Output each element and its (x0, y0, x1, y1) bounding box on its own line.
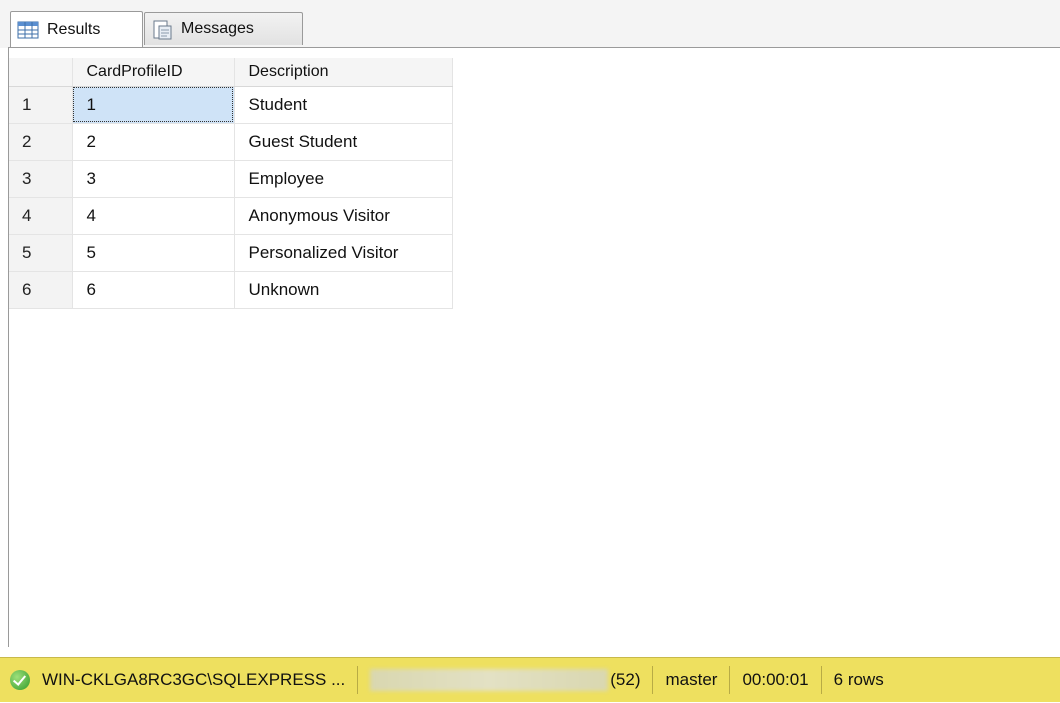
row-number[interactable]: 2 (9, 123, 73, 161)
cell-description[interactable]: Anonymous Visitor (234, 197, 453, 235)
cell-description[interactable]: Personalized Visitor (234, 234, 453, 272)
cell-cardprofileid[interactable]: 4 (72, 197, 235, 235)
session-id-label: (52) (610, 670, 641, 689)
tab-results[interactable]: Results (10, 11, 143, 47)
table-row: 5 5 Personalized Visitor (9, 234, 453, 272)
tab-messages-label: Messages (181, 20, 254, 37)
column-header-description[interactable]: Description (234, 58, 453, 87)
database-name-label: master (665, 670, 718, 689)
cell-description[interactable]: Unknown (234, 271, 453, 309)
grid-icon (17, 21, 39, 39)
row-number[interactable]: 5 (9, 234, 73, 272)
document-icon (151, 20, 173, 40)
row-number[interactable]: 4 (9, 197, 73, 235)
table-row: 6 6 Unknown (9, 271, 453, 309)
table-row: 4 4 Anonymous Visitor (9, 197, 453, 235)
redacted-login-name (370, 669, 609, 691)
server-instance-label: WIN-CKLGA8RC3GC\SQLEXPRESS ... (42, 670, 346, 689)
cell-description[interactable]: Student (234, 86, 453, 124)
tab-results-label: Results (47, 20, 101, 38)
elapsed-time-label: 00:00:01 (742, 670, 809, 689)
results-tab-bar: Results Messages (0, 0, 1060, 48)
row-count-label: 6 rows (833, 670, 884, 689)
row-number-header[interactable] (9, 58, 73, 87)
status-divider (357, 666, 359, 694)
cell-description[interactable]: Guest Student (234, 123, 453, 161)
grid-header-row: CardProfileID Description (9, 58, 453, 87)
results-grid: CardProfileID Description 1 1 Student 2 … (9, 58, 453, 309)
success-check-icon (10, 670, 30, 690)
results-grid-panel[interactable]: CardProfileID Description 1 1 Student 2 … (8, 47, 1060, 647)
table-row: 3 3 Employee (9, 160, 453, 198)
column-header-cardprofileid[interactable]: CardProfileID (72, 58, 235, 87)
query-status-bar: WIN-CKLGA8RC3GC\SQLEXPRESS ... (52) mast… (0, 657, 1060, 702)
row-number[interactable]: 1 (9, 86, 73, 124)
cell-cardprofileid[interactable]: 2 (72, 123, 235, 161)
cell-cardprofileid[interactable]: 6 (72, 271, 235, 309)
table-row: 2 2 Guest Student (9, 123, 453, 161)
cell-cardprofileid[interactable]: 3 (72, 160, 235, 198)
row-number[interactable]: 3 (9, 160, 73, 198)
table-row: 1 1 Student (9, 86, 453, 124)
cell-description[interactable]: Employee (234, 160, 453, 198)
cell-cardprofileid[interactable]: 5 (72, 234, 235, 272)
tab-messages[interactable]: Messages (144, 12, 303, 45)
row-number[interactable]: 6 (9, 271, 73, 309)
cell-cardprofileid[interactable]: 1 (72, 86, 235, 124)
